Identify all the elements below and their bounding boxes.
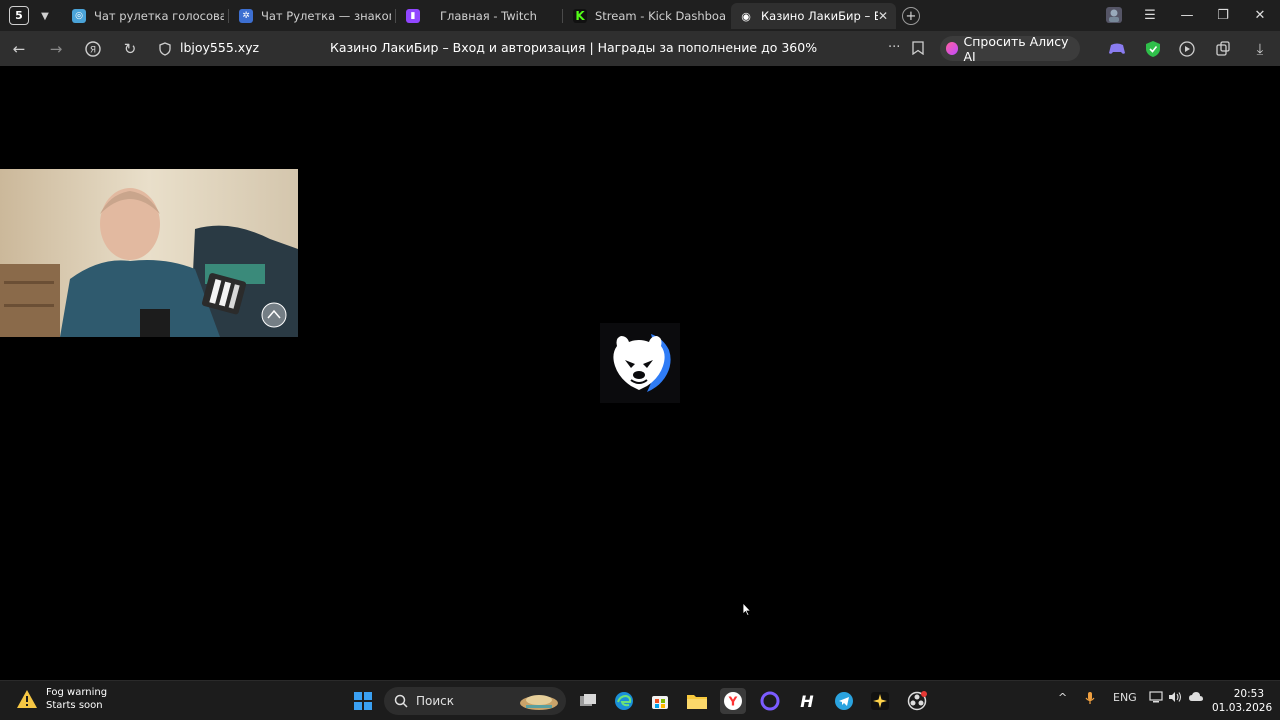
restore-icon[interactable]: ❐ bbox=[1212, 4, 1234, 26]
casino-bear-logo bbox=[600, 323, 680, 403]
webcam-image bbox=[0, 169, 298, 337]
clock-time: 20:53 bbox=[1233, 688, 1264, 700]
yandex-browser-icon[interactable]: Y bbox=[720, 688, 746, 714]
tab-chat-roulette-dating[interactable]: ✲ Чат Рулетка — знакомств bbox=[231, 3, 391, 29]
tab-title: Главная - Twitch bbox=[440, 9, 537, 23]
back-arrow-icon[interactable]: ← bbox=[9, 39, 29, 59]
extensions-icon[interactable] bbox=[1213, 39, 1233, 59]
show-hidden-icons-icon[interactable]: ^ bbox=[1058, 691, 1067, 704]
alice-app-icon[interactable] bbox=[757, 688, 783, 714]
gear-favicon-icon: ✲ bbox=[239, 9, 253, 23]
yandex-icon[interactable]: Я bbox=[83, 39, 103, 59]
profile-avatar[interactable] bbox=[1103, 4, 1125, 26]
obs-icon[interactable] bbox=[904, 688, 930, 714]
file-explorer-icon[interactable] bbox=[684, 688, 710, 714]
chevron-down-icon[interactable]: ▼ bbox=[37, 8, 53, 24]
tab-title: Stream - Kick Dashboard bbox=[595, 9, 725, 23]
kick-icon: K bbox=[573, 9, 587, 23]
webcam-overlay bbox=[0, 169, 298, 337]
close-window-icon[interactable]: ✕ bbox=[1249, 4, 1271, 26]
tab-kick-dashboard[interactable]: K Stream - Kick Dashboard bbox=[565, 3, 725, 29]
alice-icon bbox=[946, 42, 959, 55]
bear-logo-icon bbox=[613, 334, 671, 392]
download-icon[interactable]: ⤓ bbox=[1250, 39, 1270, 59]
volume-icon[interactable] bbox=[1168, 691, 1182, 706]
windows-taskbar: Fog warning Starts soon Поиск Y H ^ ENG … bbox=[0, 680, 1280, 720]
menu-icon[interactable]: ☰ bbox=[1139, 4, 1161, 26]
address-page-title: Казино ЛакиБир – Вход и авторизация | На… bbox=[330, 40, 818, 55]
ask-alice-button[interactable]: Спросить Алису AI bbox=[940, 33, 1080, 64]
browser-toolbar: ← → Я ↻ lbjoy555.xyz Казино ЛакиБир – Вх… bbox=[0, 31, 1280, 66]
microsoft-store-icon[interactable] bbox=[647, 688, 673, 714]
search-placeholder: Поиск bbox=[416, 694, 455, 708]
twitch-icon: ▮ bbox=[406, 9, 420, 23]
protect-shield-icon[interactable] bbox=[1143, 39, 1163, 59]
tab-title: Казино ЛакиБир – Вход bbox=[761, 9, 878, 23]
mouse-cursor bbox=[742, 601, 752, 620]
close-icon[interactable]: ✕ bbox=[878, 9, 888, 23]
clock-date: 01.03.2026 bbox=[1212, 702, 1273, 714]
bear-favicon-icon: ◉ bbox=[741, 9, 751, 23]
forward-arrow-icon[interactable]: → bbox=[46, 39, 66, 59]
windows-start-icon[interactable] bbox=[350, 688, 376, 714]
tab-bar: 5 ▼ ◎ Чат рулетка голосовая – ✲ Чат Руле… bbox=[0, 0, 1280, 31]
edge-icon[interactable] bbox=[611, 688, 637, 714]
battery-cloud-icon[interactable] bbox=[1188, 691, 1204, 706]
bookmark-icon[interactable] bbox=[912, 40, 924, 59]
weather-widget[interactable]: Fog warning Starts soon bbox=[16, 686, 107, 712]
page-viewport bbox=[0, 66, 1280, 680]
chat-favicon-icon: ◎ bbox=[72, 9, 86, 23]
taskbar-search[interactable]: Поиск bbox=[384, 687, 566, 715]
sparkle-app-icon[interactable] bbox=[867, 688, 893, 714]
address-domain: lbjoy555.xyz bbox=[180, 40, 260, 55]
tab-separator bbox=[228, 9, 229, 23]
minimize-icon[interactable]: — bbox=[1176, 4, 1198, 26]
weather-title: Fog warning bbox=[46, 687, 108, 698]
weather-subtitle: Starts soon bbox=[46, 700, 103, 711]
h-app-icon[interactable]: H bbox=[794, 688, 820, 714]
tab-title: Чат Рулетка — знакомств bbox=[261, 9, 391, 23]
tab-separator bbox=[562, 9, 563, 23]
game-extension-icon[interactable] bbox=[1107, 39, 1127, 59]
search-icon bbox=[394, 694, 408, 708]
new-tab-button[interactable]: + bbox=[902, 7, 920, 25]
system-clock[interactable]: 20:53 01.03.2026 bbox=[1212, 687, 1273, 715]
address-bar[interactable]: lbjoy555.xyz Казино ЛакиБир – Вход и авт… bbox=[152, 36, 932, 62]
tab-separator bbox=[395, 9, 396, 23]
task-view-icon[interactable] bbox=[575, 688, 601, 714]
reload-icon[interactable]: ↻ bbox=[120, 39, 140, 59]
svg-text:Я: Я bbox=[90, 46, 96, 56]
warning-icon bbox=[17, 690, 37, 708]
telegram-icon[interactable] bbox=[831, 688, 857, 714]
search-highlight-icon bbox=[518, 691, 560, 714]
language-indicator[interactable]: ENG bbox=[1113, 691, 1137, 704]
site-info-icon[interactable] bbox=[158, 41, 172, 60]
tab-counter-button[interactable]: 5 bbox=[9, 6, 29, 25]
tab-twitch[interactable]: ▮ Главная - Twitch bbox=[398, 3, 558, 29]
network-icon[interactable] bbox=[1149, 691, 1163, 706]
tab-casino-luckybeer[interactable]: ◉ Казино ЛакиБир – Вход ✕ bbox=[731, 3, 896, 29]
svg-text:Y: Y bbox=[728, 695, 738, 709]
tab-title: Чат рулетка голосовая – bbox=[94, 9, 224, 23]
ask-alice-label: Спросить Алису AI bbox=[963, 33, 1069, 64]
microphone-icon[interactable] bbox=[1085, 691, 1095, 708]
more-options-icon[interactable]: ··· bbox=[888, 40, 900, 55]
tab-chat-roulette-voice[interactable]: ◎ Чат рулетка голосовая – bbox=[64, 3, 224, 29]
media-play-icon[interactable] bbox=[1177, 39, 1197, 59]
